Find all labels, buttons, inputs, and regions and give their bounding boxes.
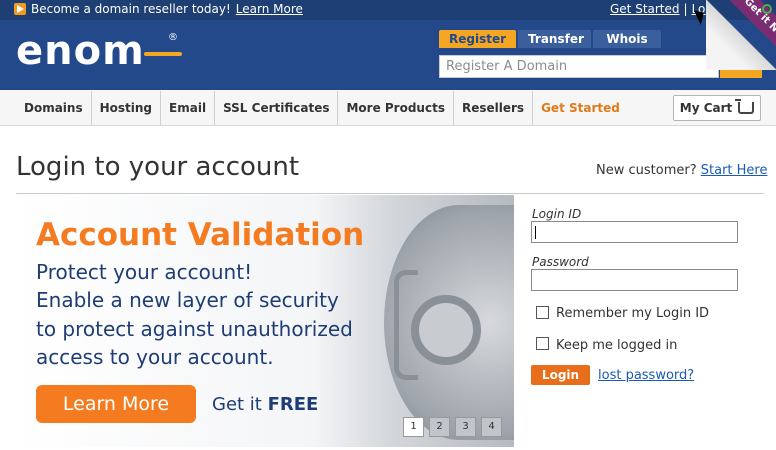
banner-learn-more-button[interactable]: Learn More xyxy=(36,385,196,423)
reseller-promo: Become a domain reseller today! Learn Mo… xyxy=(14,2,303,16)
nav-email[interactable]: Email xyxy=(161,90,216,125)
login-id-label: Login ID xyxy=(532,207,582,221)
cart-label: My Cart xyxy=(679,101,733,115)
pager-page-1[interactable]: 1 xyxy=(403,417,424,437)
new-customer: New customer? Start Here xyxy=(596,163,767,178)
new-customer-text: New customer? xyxy=(596,163,697,178)
nav-resellers[interactable]: Resellers xyxy=(454,90,534,125)
tab-whois[interactable]: Whois xyxy=(593,30,662,48)
banner-line-2: Enable a new layer of security xyxy=(36,288,339,312)
divider xyxy=(16,193,764,194)
pager-page-4[interactable]: 4 xyxy=(481,417,502,437)
get-it-text: Get it xyxy=(212,394,262,415)
top-strip: Become a domain reseller today! Learn Mo… xyxy=(0,0,776,20)
registered-mark: ® xyxy=(168,32,178,43)
pager-page-3[interactable]: 3 xyxy=(455,417,476,437)
free-text: FREE xyxy=(267,394,319,415)
learn-more-link[interactable]: Learn More xyxy=(236,2,303,16)
banner-headline: Account Validation xyxy=(36,217,365,253)
separator: | xyxy=(683,2,688,16)
arrow-right-icon xyxy=(14,3,26,15)
login-button[interactable]: Login xyxy=(531,365,590,385)
banner-line-1: Protect your account! xyxy=(36,260,253,284)
start-here-link[interactable]: Start Here xyxy=(701,163,768,178)
banner-get-it-free: Get it FREE xyxy=(212,394,318,415)
banner-pager: 1 2 3 4 xyxy=(403,417,502,437)
pager-page-2[interactable]: 2 xyxy=(429,417,450,437)
remember-login-label: Remember my Login ID xyxy=(556,306,710,321)
logo-swoosh xyxy=(144,52,182,56)
domain-search-input[interactable]: Register A Domain xyxy=(439,55,719,78)
password-label: Password xyxy=(532,255,589,269)
get-it-now-ribbon[interactable]: Get it Now! xyxy=(706,0,776,70)
keep-logged-in-label: Keep me logged in xyxy=(556,338,678,353)
get-started-link[interactable]: Get Started xyxy=(610,2,680,16)
remember-login-checkbox[interactable] xyxy=(536,306,549,319)
tab-transfer[interactable]: Transfer xyxy=(518,30,592,48)
header: enom ® Register Transfer Whois Register … xyxy=(0,20,776,90)
enom-logo[interactable]: enom ® xyxy=(16,28,182,74)
vault-dial xyxy=(411,295,481,365)
tab-register[interactable]: Register xyxy=(439,30,517,48)
my-cart-button[interactable]: My Cart xyxy=(673,95,761,121)
keep-logged-in-checkbox[interactable] xyxy=(536,337,549,350)
domain-tabs: Register Transfer Whois xyxy=(439,30,662,48)
logo-text: enom xyxy=(16,28,145,74)
promo-text: Become a domain reseller today! xyxy=(31,2,231,16)
page-title: Login to your account xyxy=(16,152,300,182)
lost-password-link[interactable]: lost password? xyxy=(598,368,694,383)
promo-banner[interactable]: Account Validation Protect your account!… xyxy=(16,195,514,447)
refresh-icon xyxy=(762,4,772,14)
cart-icon xyxy=(735,99,755,114)
login-id-input[interactable] xyxy=(531,221,738,243)
password-input[interactable] xyxy=(531,269,738,291)
main-nav: Domains Hosting Email SSL Certificates M… xyxy=(0,90,776,126)
nav-hosting[interactable]: Hosting xyxy=(92,90,162,125)
banner-line-3: to protect against unauthorized xyxy=(36,317,353,341)
nav-more-products[interactable]: More Products xyxy=(338,90,454,125)
nav-domains[interactable]: Domains xyxy=(14,90,92,125)
nav-get-started[interactable]: Get Started xyxy=(533,91,628,125)
nav-ssl-certificates[interactable]: SSL Certificates xyxy=(215,90,339,125)
banner-line-4: access to your account. xyxy=(36,345,274,369)
